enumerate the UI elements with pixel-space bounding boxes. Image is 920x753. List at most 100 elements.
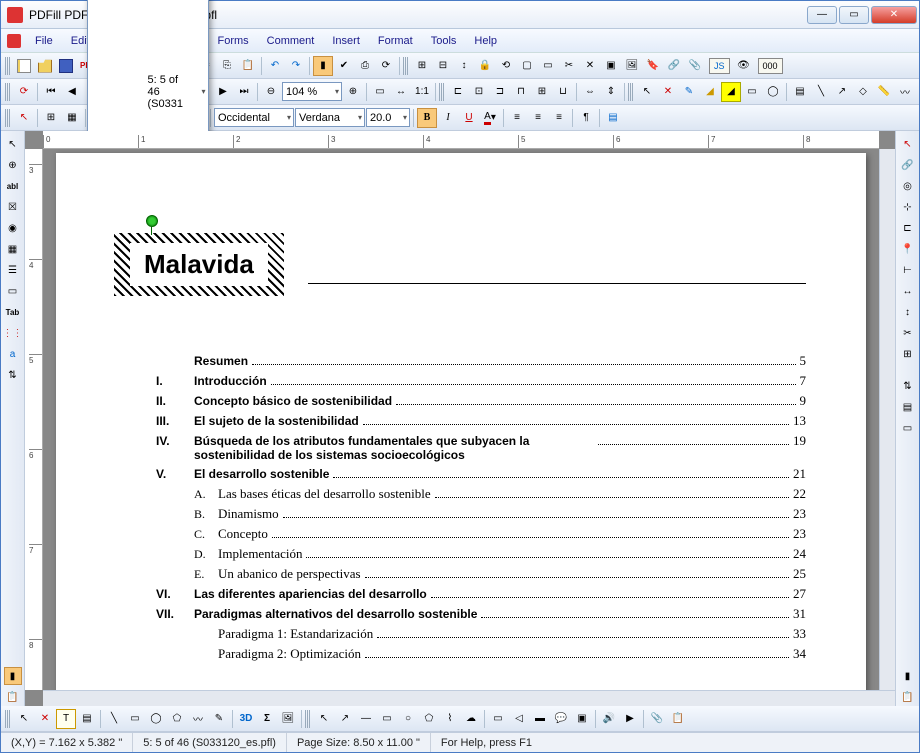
counter-button[interactable]: 000 bbox=[755, 56, 786, 76]
page-area[interactable]: Malavida Resumen5I.Introducción7II.Conce… bbox=[43, 149, 879, 690]
b-clipboard[interactable]: 📋 bbox=[668, 709, 688, 729]
link-button[interactable]: 🔗 bbox=[664, 56, 684, 76]
b-line[interactable]: ╲ bbox=[104, 709, 124, 729]
ocr-button[interactable]: 👁 bbox=[734, 56, 754, 76]
align-center-button[interactable]: ⊡ bbox=[469, 82, 489, 102]
save-button[interactable] bbox=[56, 56, 76, 76]
b-poly[interactable]: ⬠ bbox=[167, 709, 187, 729]
bold-button[interactable]: B bbox=[417, 108, 437, 128]
r-pointer[interactable]: ↖ bbox=[899, 135, 917, 153]
nav-refresh-button[interactable]: ⟳ bbox=[14, 82, 34, 102]
r-height[interactable]: ↕ bbox=[899, 303, 917, 321]
close-button[interactable]: ✕ bbox=[871, 6, 917, 24]
js-button[interactable]: JS bbox=[706, 56, 733, 76]
maximize-button[interactable]: ▭ bbox=[839, 6, 869, 24]
b-stamp[interactable]: ▣ bbox=[572, 709, 592, 729]
menu-help[interactable]: Help bbox=[466, 32, 505, 50]
align-right-button[interactable]: ⊐ bbox=[490, 82, 510, 102]
distribute-v-button[interactable]: ⇕ bbox=[601, 82, 621, 102]
side-list[interactable]: ☰ bbox=[4, 261, 22, 279]
frame-button[interactable]: ▦ bbox=[62, 108, 82, 128]
arrow-button[interactable]: ↗ bbox=[832, 82, 852, 102]
scrollbar-horizontal[interactable] bbox=[43, 690, 895, 706]
fit-width-button[interactable]: ↔ bbox=[391, 82, 411, 102]
split-button[interactable]: ⊟ bbox=[433, 56, 453, 76]
images-button[interactable]: 🖼 bbox=[622, 56, 642, 76]
pencil-button[interactable]: ✎ bbox=[679, 82, 699, 102]
r-width[interactable]: ↔ bbox=[899, 282, 917, 300]
b-speaker[interactable]: 🔊 bbox=[599, 709, 619, 729]
select-tool-button[interactable]: ↖ bbox=[637, 82, 657, 102]
b-text[interactable]: T bbox=[56, 709, 76, 729]
next-page-button[interactable]: ▶ bbox=[213, 82, 233, 102]
r-scissors[interactable]: ✂ bbox=[899, 324, 917, 342]
rotate-button[interactable]: ⟲ bbox=[496, 56, 516, 76]
highlight-tool-button[interactable]: ◢ bbox=[721, 82, 741, 102]
copy-button[interactable]: ⎘ bbox=[217, 56, 237, 76]
eraser-button[interactable]: ◢ bbox=[700, 82, 720, 102]
merge-button[interactable]: ⊞ bbox=[412, 56, 432, 76]
menu-format[interactable]: Format bbox=[370, 32, 421, 50]
redo-button[interactable]: ↷ bbox=[286, 56, 306, 76]
b-curve[interactable]: 〰 bbox=[188, 709, 208, 729]
zoom-combo[interactable]: 104 % bbox=[282, 82, 342, 101]
b-3d[interactable]: 3D bbox=[236, 709, 256, 729]
line-button[interactable]: ╲ bbox=[811, 82, 831, 102]
font-name-combo[interactable]: Verdana bbox=[295, 108, 365, 127]
grip-icon[interactable] bbox=[5, 109, 11, 127]
r-blank[interactable]: ▭ bbox=[899, 419, 917, 437]
ruler-button[interactable]: 📏 bbox=[874, 82, 894, 102]
encrypt-button[interactable]: 🔒 bbox=[475, 56, 495, 76]
grip-icon[interactable] bbox=[305, 710, 311, 728]
pilcrow-button[interactable]: ¶ bbox=[576, 108, 596, 128]
first-page-button[interactable]: ⏮ bbox=[41, 82, 61, 102]
b-poly2[interactable]: ⬠ bbox=[419, 709, 439, 729]
last-page-button[interactable]: ⏭ bbox=[234, 82, 254, 102]
watermark-button[interactable]: ▢ bbox=[517, 56, 537, 76]
b-x[interactable]: ✕ bbox=[35, 709, 55, 729]
align-center-text-button[interactable]: ≡ bbox=[528, 108, 548, 128]
bookmark-button[interactable]: 🔖 bbox=[643, 56, 663, 76]
b-cloud[interactable]: ☁ bbox=[461, 709, 481, 729]
crosshair-button[interactable]: ✕ bbox=[658, 82, 678, 102]
side-letter[interactable]: a bbox=[4, 345, 22, 363]
side-pointer[interactable]: ↖ bbox=[4, 135, 22, 153]
attach-button[interactable]: 📎 bbox=[685, 56, 705, 76]
shape-tool-button[interactable]: ◇ bbox=[853, 82, 873, 102]
highlight-button[interactable]: ▮ bbox=[313, 56, 333, 76]
extract-button[interactable]: ▣ bbox=[601, 56, 621, 76]
grip-icon[interactable] bbox=[5, 57, 11, 75]
align-top-button[interactable]: ⊓ bbox=[511, 82, 531, 102]
r-lock[interactable]: ⊏ bbox=[899, 219, 917, 237]
b-frame[interactable]: ▭ bbox=[488, 709, 508, 729]
grip-icon[interactable] bbox=[439, 83, 445, 101]
r-snap[interactable]: ⊹ bbox=[899, 198, 917, 216]
side-table[interactable]: ▦ bbox=[4, 240, 22, 258]
b-image[interactable]: 🖼 bbox=[278, 709, 298, 729]
fit-page-button[interactable]: ▭ bbox=[370, 82, 390, 102]
b-oval[interactable]: ◯ bbox=[146, 709, 166, 729]
text-area-button[interactable]: ▤ bbox=[790, 82, 810, 102]
b-arrow[interactable]: ↗ bbox=[335, 709, 355, 729]
undo-button[interactable]: ↶ bbox=[265, 56, 285, 76]
distribute-h-button[interactable]: ⇔ bbox=[580, 82, 600, 102]
paste-button[interactable]: 📋 bbox=[238, 56, 258, 76]
b-note[interactable]: ▤ bbox=[77, 709, 97, 729]
r-pin[interactable]: 📍 bbox=[899, 240, 917, 258]
b-polyline[interactable]: ⌇ bbox=[440, 709, 460, 729]
reorder-button[interactable]: ↕ bbox=[454, 56, 474, 76]
b-pointer[interactable]: ↖ bbox=[14, 709, 34, 729]
font-size-combo[interactable]: 20.0 bbox=[366, 108, 410, 127]
grip-icon[interactable] bbox=[5, 83, 11, 101]
export-button[interactable]: ⎙ bbox=[355, 56, 375, 76]
r-layers[interactable]: ▤ bbox=[899, 398, 917, 416]
b-note2[interactable]: 💬 bbox=[551, 709, 571, 729]
b-highlight[interactable]: ▬ bbox=[530, 709, 550, 729]
menu-comment[interactable]: Comment bbox=[259, 32, 323, 50]
side-clipboard[interactable]: 📋 bbox=[4, 688, 22, 706]
side-text[interactable]: abl bbox=[4, 177, 22, 195]
b-attach[interactable]: 📎 bbox=[647, 709, 667, 729]
side-page-view[interactable]: ▮ bbox=[4, 667, 22, 685]
r-ruler[interactable]: ⊢ bbox=[899, 261, 917, 279]
menu-insert[interactable]: Insert bbox=[324, 32, 368, 50]
